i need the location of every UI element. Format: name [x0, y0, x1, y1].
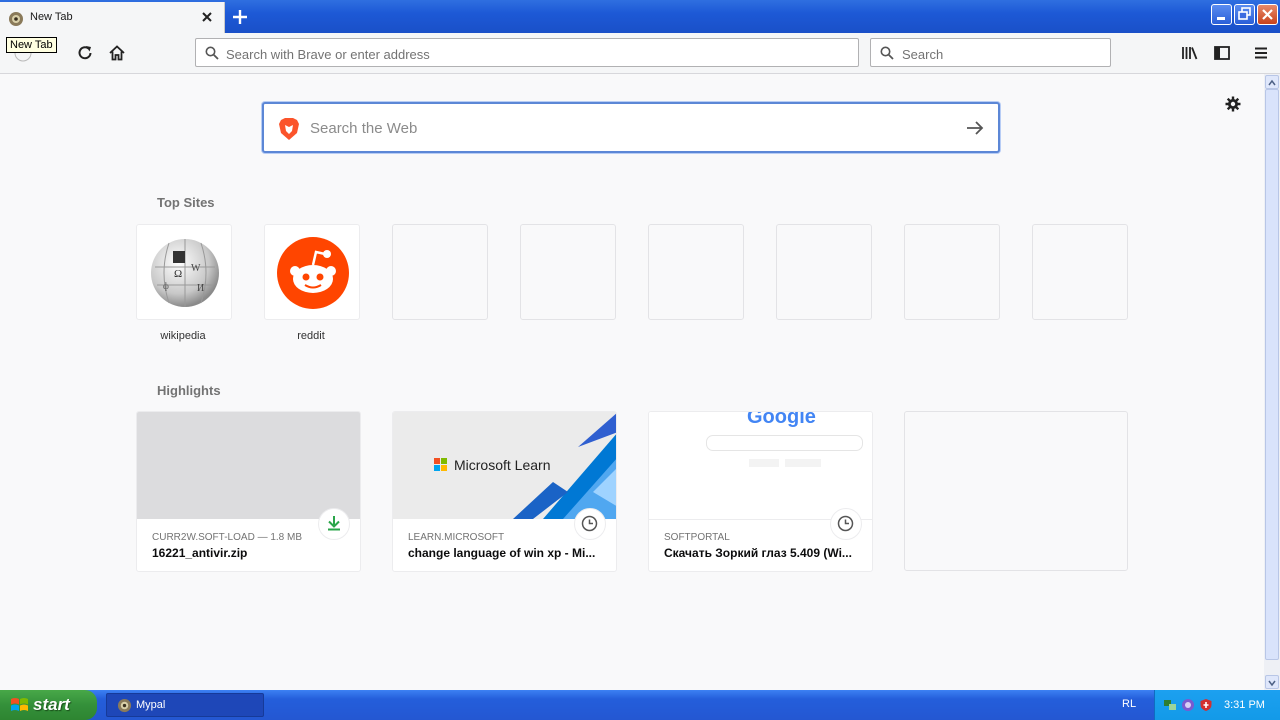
search-bar[interactable]: Search [870, 38, 1111, 67]
card-badge [574, 508, 606, 540]
taskbar-item-mypal[interactable]: Mypal [106, 693, 264, 717]
menu-icon[interactable] [1252, 44, 1270, 62]
start-label: start [33, 695, 70, 714]
tab-tooltip: New Tab [6, 37, 57, 53]
gear-icon[interactable] [1224, 95, 1242, 113]
card-title: Скачать Зоркий глаз 5.409 (Wi... [664, 546, 852, 560]
address-bar-placeholder: Search with Brave or enter address [226, 47, 430, 62]
google-searchbox-thumb [706, 435, 863, 451]
reddit-alien-icon [277, 237, 349, 309]
restore-button[interactable] [1234, 4, 1255, 25]
card-thumbnail [137, 412, 360, 519]
card-context: CURR2W.SOFT-LOAD — 1.8 MB [152, 532, 303, 543]
scroll-down-button[interactable] [1265, 675, 1279, 689]
vertical-scrollbar[interactable] [1264, 74, 1280, 690]
restore-icon [1238, 7, 1251, 20]
card-thumbnail: Google [649, 412, 872, 520]
card-badge [830, 508, 862, 540]
highlights-title: Highlights [157, 383, 221, 398]
google-button-thumb [785, 459, 821, 467]
top-sites-title: Top Sites [157, 195, 215, 210]
brave-lion-icon [279, 118, 299, 140]
new-tab-page: Search the Web Top Sites Ω W ф И wikiped… [0, 74, 1264, 690]
scrollbar-thumb[interactable] [1265, 89, 1279, 660]
top-site-placeholder[interactable] [520, 224, 616, 320]
highlight-card[interactable]: CURR2W.SOFT-LOAD — 1.8 MB 16221_antivir.… [136, 411, 361, 572]
taskbar-item-label: Mypal [136, 699, 166, 711]
card-title: 16221_antivir.zip [152, 546, 248, 560]
tab-title: New Tab [30, 11, 73, 23]
top-site-placeholder[interactable] [904, 224, 1000, 320]
web-search-placeholder: Search the Web [310, 120, 418, 137]
home-icon[interactable] [108, 44, 126, 62]
card-context: LEARN.MICROSOFT [408, 532, 505, 543]
card-thumbnail-text: Google [747, 412, 816, 428]
network-icon[interactable] [1163, 698, 1177, 712]
mypal-app-icon [117, 698, 132, 713]
google-button-thumb [749, 459, 779, 467]
mypal-favicon-icon [9, 12, 23, 26]
sidebar-icon[interactable] [1213, 44, 1231, 62]
new-tab-button[interactable] [230, 7, 250, 27]
address-bar[interactable]: Search with Brave or enter address [195, 38, 859, 67]
scroll-up-button[interactable] [1265, 75, 1279, 89]
top-site-placeholder[interactable] [776, 224, 872, 320]
clock-icon [837, 515, 854, 532]
search-icon [880, 46, 894, 60]
security-icon[interactable] [1181, 698, 1195, 712]
windows-logo-icon [11, 698, 28, 711]
chevron-up-icon [1268, 79, 1276, 86]
top-site-reddit[interactable] [264, 224, 360, 320]
top-site-label: wikipedia [160, 330, 206, 342]
top-site-placeholder[interactable] [648, 224, 744, 320]
highlight-card[interactable]: Microsoft Learn LEARN.MICROSOFT change l… [392, 411, 617, 572]
close-icon [1262, 9, 1273, 20]
title-bar: New Tab [0, 0, 1280, 33]
top-site-placeholder[interactable] [1032, 224, 1128, 320]
highlight-card[interactable]: Google SOFTPORTAL Скачать Зоркий глаз 5.… [648, 411, 873, 572]
minimize-button[interactable] [1211, 4, 1232, 25]
card-thumbnail: Microsoft Learn [393, 412, 616, 519]
download-icon [328, 516, 340, 531]
close-window-button[interactable] [1257, 4, 1278, 25]
top-site-placeholder[interactable] [392, 224, 488, 320]
reload-icon[interactable] [76, 44, 94, 62]
clock-icon [581, 515, 598, 532]
web-search-box[interactable]: Search the Web [262, 102, 1000, 153]
shield-icon[interactable] [1199, 698, 1213, 712]
start-button[interactable]: start [0, 690, 97, 720]
wikipedia-globe-icon: Ω W ф И [151, 239, 219, 307]
svg-text:ф: ф [163, 281, 169, 291]
clock: 3:31 PM [1224, 699, 1265, 711]
language-indicator[interactable]: RL [1122, 698, 1136, 710]
search-icon [205, 46, 219, 60]
microsoft-logo-icon [434, 458, 447, 471]
top-site-label: reddit [297, 330, 325, 342]
close-tab-icon[interactable] [200, 10, 214, 24]
chevron-down-icon [1268, 680, 1276, 687]
navigation-toolbar: Search with Brave or enter address Searc… [0, 33, 1280, 74]
minimize-icon [1217, 17, 1225, 20]
svg-text:W: W [191, 263, 201, 274]
card-title: change language of win xp - Mi... [408, 546, 596, 560]
taskbar: start Mypal RL 3:31 PM [0, 690, 1280, 720]
library-icon[interactable] [1181, 44, 1199, 62]
arrow-right-icon[interactable] [966, 120, 984, 136]
svg-text:Ω: Ω [174, 268, 182, 280]
card-context: SOFTPORTAL [664, 532, 730, 543]
svg-text:И: И [197, 283, 204, 294]
tab-new-tab[interactable]: New Tab [0, 2, 225, 33]
highlight-placeholder [904, 411, 1128, 571]
system-tray: 3:31 PM [1154, 690, 1280, 720]
search-bar-placeholder: Search [902, 47, 944, 62]
card-thumbnail-text: Microsoft Learn [454, 457, 551, 473]
top-site-wikipedia[interactable]: Ω W ф И [136, 224, 232, 320]
card-badge [318, 508, 350, 540]
